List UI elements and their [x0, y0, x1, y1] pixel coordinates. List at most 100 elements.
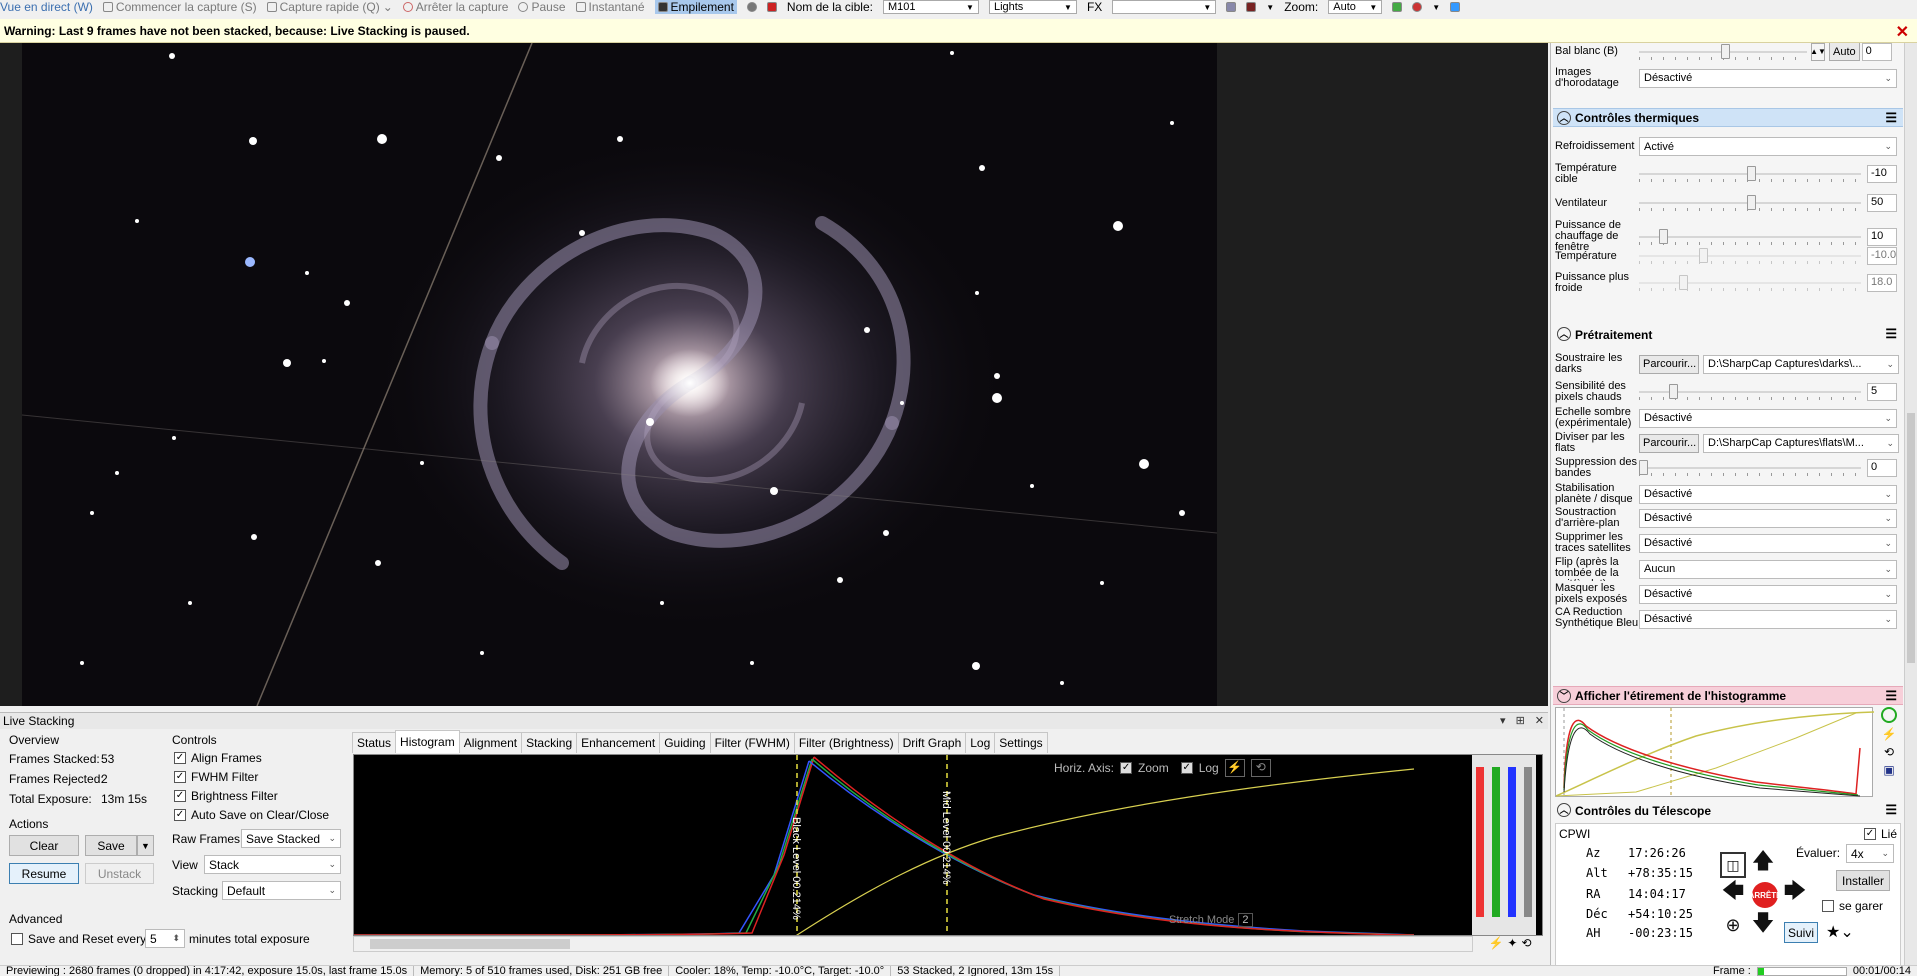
panel-scrollbar[interactable] — [1904, 43, 1917, 976]
pin-icon[interactable]: ⊞ — [1516, 714, 1525, 727]
power-icon[interactable] — [1881, 707, 1897, 723]
heater-value[interactable]: 10 — [1867, 227, 1897, 246]
tab-histogram[interactable]: Histogram — [395, 730, 460, 753]
tab-status[interactable]: Status — [352, 732, 397, 753]
arrow-right-icon[interactable]: 🡆 — [1782, 878, 1808, 906]
stop-button[interactable]: ARRÊTE — [1749, 882, 1781, 908]
auto-save-checkbox[interactable]: ✓ Auto Save on Clear/Close — [174, 808, 329, 822]
stacking-button[interactable]: Empilement — [654, 0, 737, 14]
unstack-button[interactable]: Unstack — [85, 863, 154, 884]
align-frames-checkbox[interactable]: ✓ Align Frames — [174, 751, 262, 765]
save-button[interactable]: Save — [85, 835, 137, 856]
white-balance-value[interactable]: 0 — [1861, 43, 1892, 61]
lightning-icon[interactable]: ⚡ — [1882, 727, 1897, 741]
menu-icon[interactable]: ☰ — [1885, 327, 1897, 340]
tab-log[interactable]: Log — [965, 732, 996, 753]
start-capture-button[interactable]: Commencer la capture (S) — [102, 0, 257, 14]
banding-slider[interactable] — [1639, 459, 1861, 477]
stretch-mode-value[interactable]: 2 — [1238, 913, 1253, 927]
chevron-down-icon[interactable]: ▼ — [1432, 3, 1440, 12]
hot-pixel-slider[interactable] — [1639, 383, 1861, 401]
track-button[interactable]: Suivi — [1784, 922, 1818, 943]
park-checkbox[interactable]: se garer — [1822, 899, 1883, 913]
mini-histogram[interactable] — [1555, 707, 1875, 798]
arrow-up-icon[interactable]: 🡅 — [1750, 848, 1776, 876]
collapse-icon[interactable]: ︿ — [1557, 327, 1571, 341]
target-temp-value[interactable]: -10 — [1867, 165, 1897, 183]
dark-scale-select[interactable]: Désactivé ⌄ — [1639, 408, 1897, 428]
tab-guiding[interactable]: Guiding — [659, 732, 711, 753]
tab-settings[interactable]: Settings — [994, 732, 1048, 753]
flats-browse-button[interactable]: Parcourir... — [1639, 433, 1699, 453]
hot-pixel-value[interactable]: 5 — [1867, 383, 1897, 401]
white-balance-slider[interactable] — [1639, 43, 1807, 61]
reset-icon[interactable]: ⟲ — [1884, 745, 1894, 759]
flip-select[interactable]: Aucun ⌄ — [1639, 559, 1897, 579]
tab-alignment[interactable]: Alignment — [458, 732, 523, 753]
white-balance-auto-button[interactable]: Auto — [1829, 43, 1860, 61]
chart-icon[interactable] — [1392, 2, 1403, 12]
background-select[interactable]: Désactivé ⌄ — [1639, 508, 1897, 528]
banding-value[interactable]: 0 — [1867, 459, 1897, 477]
frame-type-select[interactable]: Lights ▼ — [988, 0, 1077, 14]
zoom-select[interactable]: Auto ▼ — [1328, 0, 1383, 14]
tab-filter-brightness[interactable]: Filter (Brightness) — [793, 732, 899, 753]
stabilization-select[interactable]: Désactivé ⌄ — [1639, 484, 1897, 504]
stacking-select[interactable]: Default ⌄ — [222, 881, 341, 900]
menu-icon[interactable]: ☰ — [1885, 111, 1897, 124]
raw-frames-select[interactable]: Save Stacked ⌄ — [241, 829, 341, 848]
sparkle-icon[interactable]: ✦ — [1507, 936, 1517, 952]
fwhm-filter-checkbox[interactable]: ✓ FWHM Filter — [174, 770, 258, 784]
save-reset-checkbox[interactable]: Save and Reset every — [11, 932, 146, 946]
save-reset-stepper[interactable]: 5 ⬍ — [145, 929, 185, 948]
telescope-section-header[interactable]: ︿ Contrôles du Télescope ☰ — [1553, 801, 1903, 820]
close-icon[interactable]: ✕ — [1896, 22, 1909, 42]
check-icon[interactable]: ✓ — [1180, 762, 1193, 774]
menu-icon[interactable]: ☰ — [1885, 689, 1897, 702]
histogram-scrollbar[interactable] — [353, 936, 1473, 952]
check-icon[interactable]: ✓ — [1120, 762, 1133, 774]
tab-stacking[interactable]: Stacking — [521, 732, 578, 753]
save-dropdown-button[interactable]: ▼ — [137, 835, 154, 856]
red-level-slider[interactable] — [1476, 767, 1484, 917]
histogram-icon[interactable] — [766, 2, 777, 12]
darks-browse-button[interactable]: Parcourir... — [1639, 354, 1699, 374]
scrollbar-thumb[interactable] — [1907, 413, 1915, 663]
lightning-icon[interactable]: ⚡ — [1224, 759, 1245, 777]
flats-path-select[interactable]: D:\SharpCap Captures\flats\M... ⌄ — [1703, 433, 1899, 453]
resume-button[interactable]: Resume — [9, 863, 79, 884]
reticle-icon[interactable] — [1226, 2, 1237, 12]
camera-image[interactable] — [22, 43, 1217, 706]
cooling-select[interactable]: Activé ⌄ — [1639, 137, 1897, 156]
tab-enhancement[interactable]: Enhancement — [576, 732, 661, 753]
collapse-icon[interactable]: ︿ — [1557, 111, 1571, 125]
star-icon[interactable]: ★⌄ — [1826, 922, 1862, 943]
preprocessing-section-header[interactable]: ︿ Prétraitement ☰ — [1553, 325, 1903, 344]
mask-select[interactable]: Désactivé ⌄ — [1639, 584, 1897, 604]
reset-icon[interactable]: ⟲ — [1250, 759, 1271, 777]
fan-slider[interactable] — [1639, 194, 1861, 212]
darks-path-select[interactable]: D:\SharpCap Captures\darks\... ⌄ — [1703, 354, 1899, 374]
chevron-down-icon[interactable]: ▼ — [1266, 3, 1274, 12]
blue-level-slider[interactable] — [1508, 767, 1516, 917]
evaluate-select[interactable]: 4x ⌄ — [1846, 844, 1894, 863]
quick-capture-button[interactable]: Capture rapide (Q) ⌄ — [266, 0, 393, 14]
lightning-icon[interactable]: ⚡ — [1488, 936, 1503, 952]
brightness-filter-checkbox[interactable]: ✓ Brightness Filter — [174, 789, 278, 803]
tab-filter-fwhm[interactable]: Filter (FWHM) — [709, 732, 795, 753]
timestamp-select[interactable]: Désactivé ⌄ — [1639, 68, 1897, 88]
target-temp-slider[interactable] — [1639, 165, 1861, 183]
linked-checkbox[interactable]: ✓ Lié — [1864, 827, 1897, 841]
color-icon[interactable] — [1246, 2, 1257, 12]
thermal-section-header[interactable]: ︿ Contrôles thermiques ☰ — [1553, 108, 1903, 127]
scrollbar-thumb[interactable] — [370, 939, 570, 949]
green-level-slider[interactable] — [1492, 767, 1500, 917]
zoom-tool-icon[interactable] — [1412, 2, 1423, 12]
collapse-icon[interactable]: ﹀ — [1557, 689, 1571, 703]
ca-select[interactable]: Désactivé ⌄ — [1639, 609, 1897, 629]
heater-slider[interactable] — [1639, 228, 1861, 246]
fan-value[interactable]: 50 — [1867, 194, 1897, 212]
dropdown-icon[interactable]: ▾ — [1500, 714, 1506, 727]
histogram-stretch-header[interactable]: ﹀ Afficher l'étirement de l'histogramme … — [1553, 686, 1903, 705]
collapse-icon[interactable]: ︿ — [1557, 803, 1571, 817]
